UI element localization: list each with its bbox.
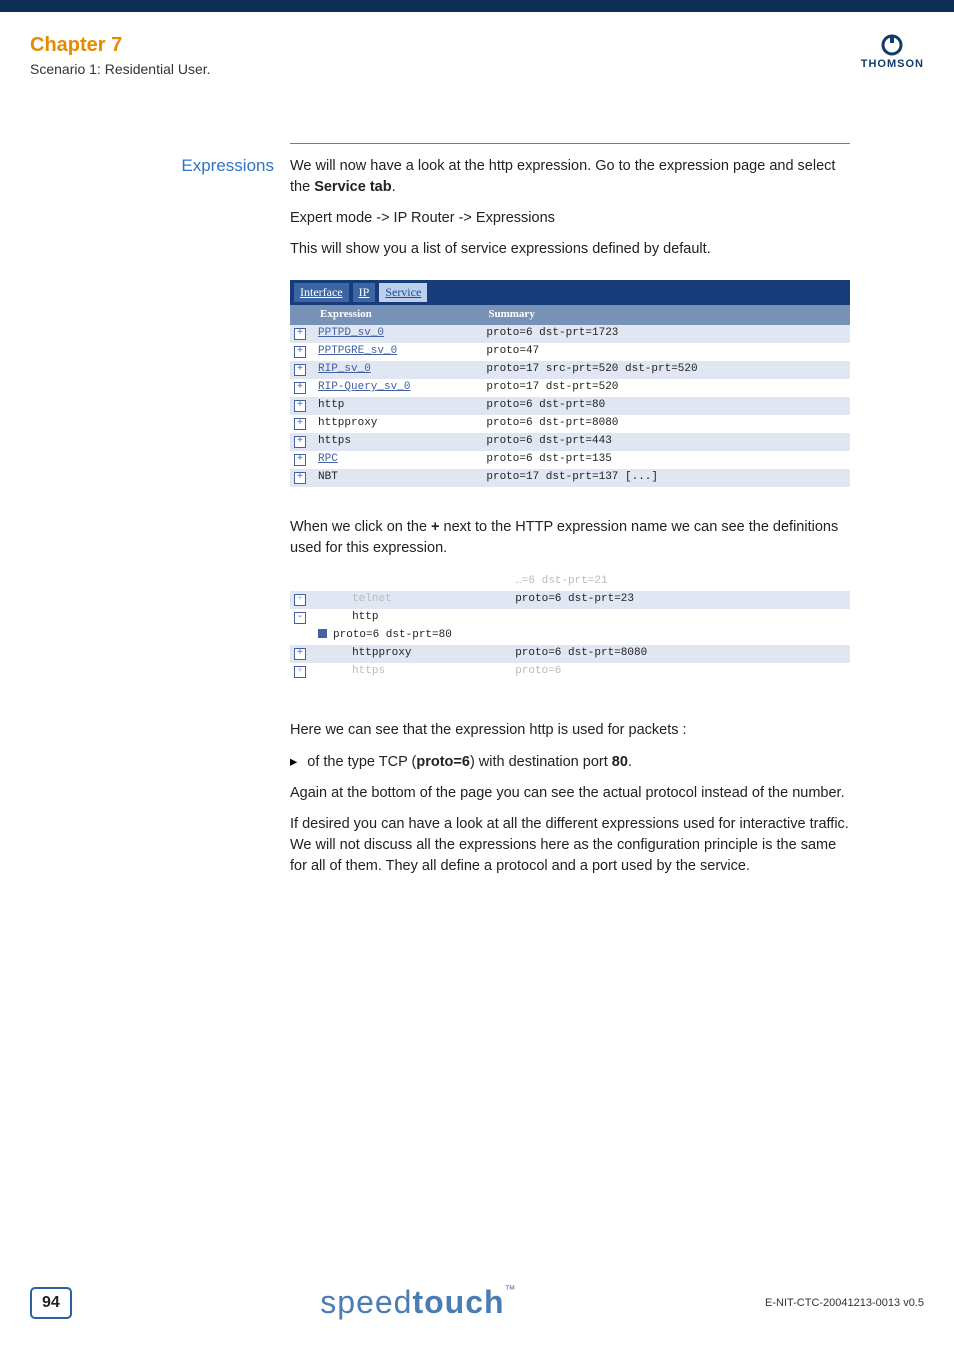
table-row: +httpproxyproto=6 dst-prt=8080 <box>290 415 850 433</box>
chapter-title: Chapter 7 <box>30 34 211 57</box>
tab-service[interactable]: Service <box>379 283 427 302</box>
document-id: E-NIT-CTC-20041213-0013 v0.5 <box>765 1297 924 1309</box>
table-row: +httpproxyproto=6 dst-prt=8080 <box>290 645 850 663</box>
table-row: +PPTPD_sv_0proto=6 dst-prt=1723 <box>290 325 850 343</box>
table-row: +httpproto=6 dst-prt=80 <box>290 397 850 415</box>
tab-bar: Interface IP Service <box>290 280 850 305</box>
expr-text: httpproxy <box>318 417 377 429</box>
screenshot-1: Interface IP Service Expression Summary … <box>290 280 850 487</box>
table-row: +RIP_sv_0proto=17 src-prt=520 dst-prt=52… <box>290 361 850 379</box>
detail-row: proto=6 dst-prt=80 <box>290 627 850 645</box>
after-p2: Again at the bottom of the page you can … <box>290 783 850 804</box>
bullet-list: of the type TCP (proto=6) with destinati… <box>290 752 850 773</box>
expr-link[interactable]: RIP-Query_sv_0 <box>318 381 410 393</box>
expr-text: https <box>318 435 351 447</box>
expand-icon[interactable]: + <box>294 418 306 430</box>
page-footer: 94 speedtouch™ E-NIT-CTC-20041213-0013 v… <box>0 1284 954 1321</box>
expand-icon[interactable]: + <box>294 328 306 340</box>
col-expression: Expression <box>314 305 482 325</box>
page-header: Chapter 7 Scenario 1: Residential User. … <box>0 12 954 83</box>
expand-icon[interactable]: + <box>294 454 306 466</box>
expr-text: NBT <box>318 471 338 483</box>
table-row: +PPTPGRE_sv_0proto=47 <box>290 343 850 361</box>
expr-link[interactable]: RIP_sv_0 <box>318 363 371 375</box>
thomson-icon <box>879 34 905 56</box>
table-row: +telnetproto=6 dst-prt=23 <box>290 591 850 609</box>
collapse-icon[interactable]: - <box>294 612 306 624</box>
intro-p3: This will show you a list of service exp… <box>290 239 850 260</box>
table-row: +RPCproto=6 dst-prt=135 <box>290 451 850 469</box>
after-p1: Here we can see that the expression http… <box>290 720 850 741</box>
table-row: +httpsproto=6 <box>290 663 850 681</box>
expr-link[interactable]: RPC <box>318 453 338 465</box>
brand-text: THOMSON <box>861 58 924 70</box>
expand-icon[interactable]: + <box>294 400 306 412</box>
expand-icon[interactable]: + <box>294 436 306 448</box>
expressions-table: Expression Summary +PPTPD_sv_0proto=6 ds… <box>290 305 850 486</box>
section-rule <box>290 143 850 144</box>
breadcrumb-path: Expert mode -> IP Router -> Expressions <box>290 208 850 229</box>
expand-icon[interactable]: + <box>294 364 306 376</box>
tab-ip[interactable]: IP <box>353 283 376 302</box>
tab-interface[interactable]: Interface <box>294 283 349 302</box>
expand-icon[interactable]: + <box>294 382 306 394</box>
footer-logo: speedtouch™ <box>320 1284 516 1321</box>
after-p3: If desired you can have a look at all th… <box>290 814 850 877</box>
list-item: of the type TCP (proto=6) with destinati… <box>290 752 850 773</box>
detail-table: …=6 dst-prt=21 +telnetproto=6 dst-prt=23… <box>290 573 850 681</box>
brand-logo: THOMSON <box>861 34 924 70</box>
screenshot-2: …=6 dst-prt=21 +telnetproto=6 dst-prt=23… <box>290 573 850 681</box>
expand-icon[interactable]: + <box>294 666 306 678</box>
expr-link[interactable]: PPTPD_sv_0 <box>318 327 384 339</box>
mid-p1: When we click on the + next to the HTTP … <box>290 517 850 559</box>
bullet-icon <box>318 629 327 638</box>
section-heading: Expressions <box>0 156 290 887</box>
table-row: +httpsproto=6 dst-prt=443 <box>290 433 850 451</box>
table-row: +NBTproto=17 dst-prt=137 [...] <box>290 469 850 487</box>
intro-p1: We will now have a look at the http expr… <box>290 156 850 198</box>
table-row: +RIP-Query_sv_0proto=17 dst-prt=520 <box>290 379 850 397</box>
table-row: …=6 dst-prt=21 <box>290 573 850 591</box>
expand-icon[interactable]: + <box>294 346 306 358</box>
page-number: 94 <box>30 1287 72 1319</box>
col-summary: Summary <box>482 305 850 325</box>
table-row: -http <box>290 609 850 627</box>
expand-icon[interactable]: + <box>294 648 306 660</box>
chapter-subtitle: Scenario 1: Residential User. <box>30 61 211 77</box>
expr-link[interactable]: PPTPGRE_sv_0 <box>318 345 397 357</box>
expand-icon[interactable]: + <box>294 472 306 484</box>
expand-icon[interactable]: + <box>294 594 306 606</box>
expr-text: http <box>318 399 344 411</box>
top-bar <box>0 0 954 12</box>
